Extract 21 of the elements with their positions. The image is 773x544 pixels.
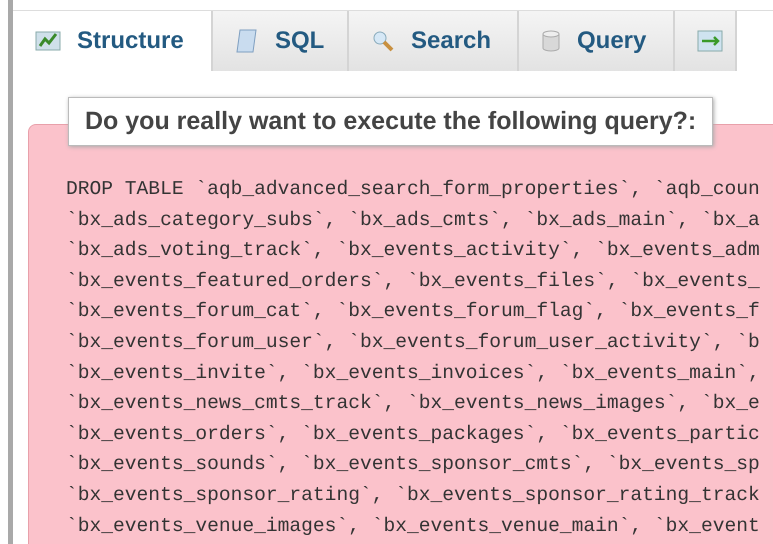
query-line: `bx_events_orders`, `bx_events_packages`, `bx_events_partic [66,422,761,447]
tab[interactable]: Search [349,11,519,71]
table-structure-icon [35,30,61,52]
query-line: `bx_events_forum_cat`, `bx_events_forum_flag`, `bx_events_f [66,299,761,324]
tab[interactable]: SQL [213,11,349,71]
query-line: `bx_events_venue_images`, `bx_events_venue_main`, `bx_event [66,514,761,539]
query-line: `bx_events_sounds`, `bx_events_sponsor_cmts`, `bx_events_sp [66,452,761,478]
database-icon [541,29,561,53]
tab[interactable]: Query [519,11,675,71]
query-line: `bx_events_invite`, `bx_events_invoices`, `bx_events_main`, [66,360,761,386]
query-line: `bx_ads_voting_track`, `bx_events_activity`, `bx_events_adm [66,238,761,264]
query-line: `bx_events_news_cmts_track`, `bx_events_news_images`, `bx_e [66,391,761,416]
query-line: `bx_ads_category_subs`, `bx_ads_cmts`, `bx_ads_main`, `bx_a [66,208,761,233]
query-line: `bx_events_sponsor_rating`, `bx_events_sponsor_rating_track [66,482,761,508]
query-line: `bx_events_forum_user`, `bx_events_forum_user_activity`, `b [66,330,761,355]
query-line: `bx_events_featured_orders`, `bx_events_files`, `bx_events_ [66,268,761,294]
tab[interactable] [675,11,737,71]
search-icon [371,29,395,53]
query-line: DROP TABLE `aqb_advanced_search_form_properties`, `aqb_coun [66,177,761,202]
dialog-title: Do you really want to execute the following query?: [68,97,714,146]
document-icon [235,28,259,54]
